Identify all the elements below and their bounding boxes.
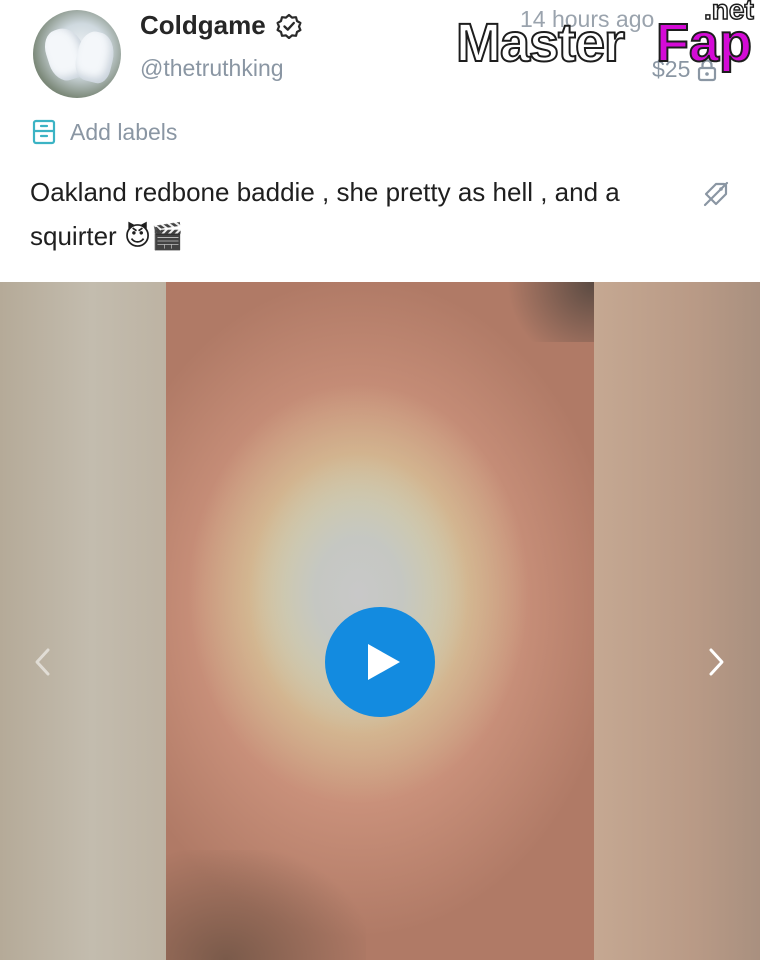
next-slide-preview <box>594 282 760 960</box>
chevron-left-icon[interactable] <box>28 644 60 680</box>
caption-emoji: 😈🎬 <box>123 221 184 251</box>
thumbnail-shadow <box>504 282 594 342</box>
post-timestamp: 14 hours ago <box>520 6 655 32</box>
post-header: Coldgame @thetruthking 14 hours ago $25 … <box>0 0 760 282</box>
price-row: $25 <box>652 56 718 83</box>
caption-text: Oakland redbone baddie , she pretty as h… <box>30 177 620 251</box>
add-labels-button[interactable]: Add labels <box>32 118 177 146</box>
labels-icon <box>32 118 56 146</box>
display-name[interactable]: Coldgame <box>140 10 266 41</box>
play-icon <box>368 644 400 680</box>
avatar[interactable] <box>33 10 121 98</box>
previous-slide-preview <box>0 282 166 960</box>
add-labels-label: Add labels <box>70 118 178 145</box>
thumbnail-shadow <box>166 850 366 960</box>
media-carousel[interactable] <box>0 282 760 960</box>
verified-badge-icon <box>276 13 302 39</box>
post-caption: Oakland redbone baddie , she pretty as h… <box>30 170 690 258</box>
post-price: $25 <box>652 56 691 82</box>
lock-icon <box>696 58 718 82</box>
tag-slash-icon[interactable] <box>702 180 730 208</box>
play-button[interactable] <box>325 607 435 717</box>
name-row: Coldgame <box>140 10 302 41</box>
chevron-right-icon[interactable] <box>700 644 732 680</box>
watermark-text-tld: .net <box>703 0 754 26</box>
user-handle[interactable]: @thetruthking <box>140 55 284 82</box>
